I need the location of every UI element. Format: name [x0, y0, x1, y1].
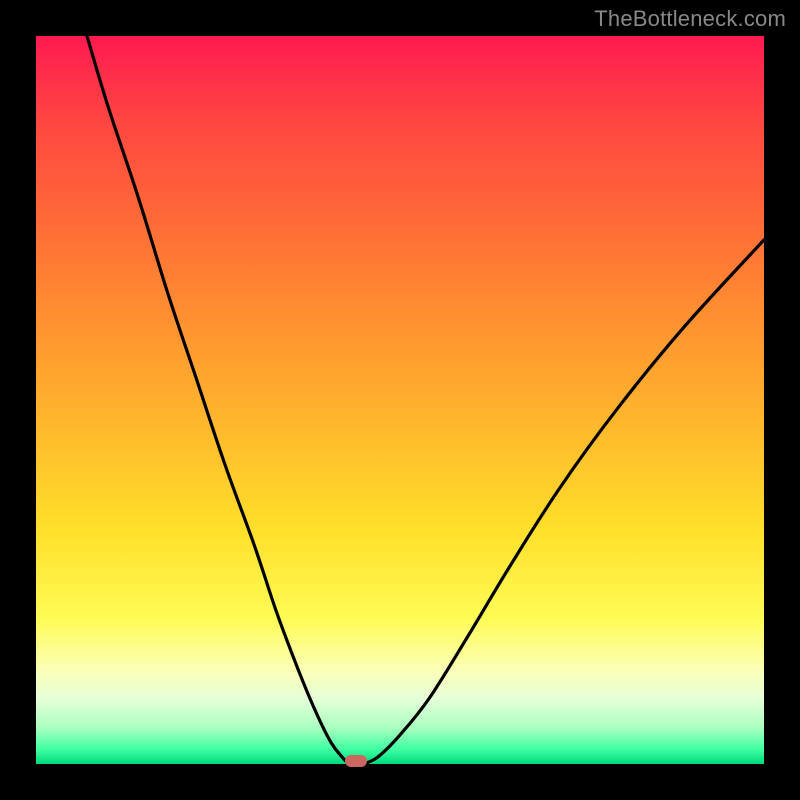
curve-left-branch [87, 36, 349, 764]
optimal-point-marker [345, 755, 367, 767]
bottleneck-curve [36, 36, 764, 764]
watermark-text: TheBottleneck.com [594, 6, 786, 32]
plot-area [36, 36, 764, 764]
chart-frame: TheBottleneck.com [0, 0, 800, 800]
curve-right-branch [364, 240, 764, 764]
